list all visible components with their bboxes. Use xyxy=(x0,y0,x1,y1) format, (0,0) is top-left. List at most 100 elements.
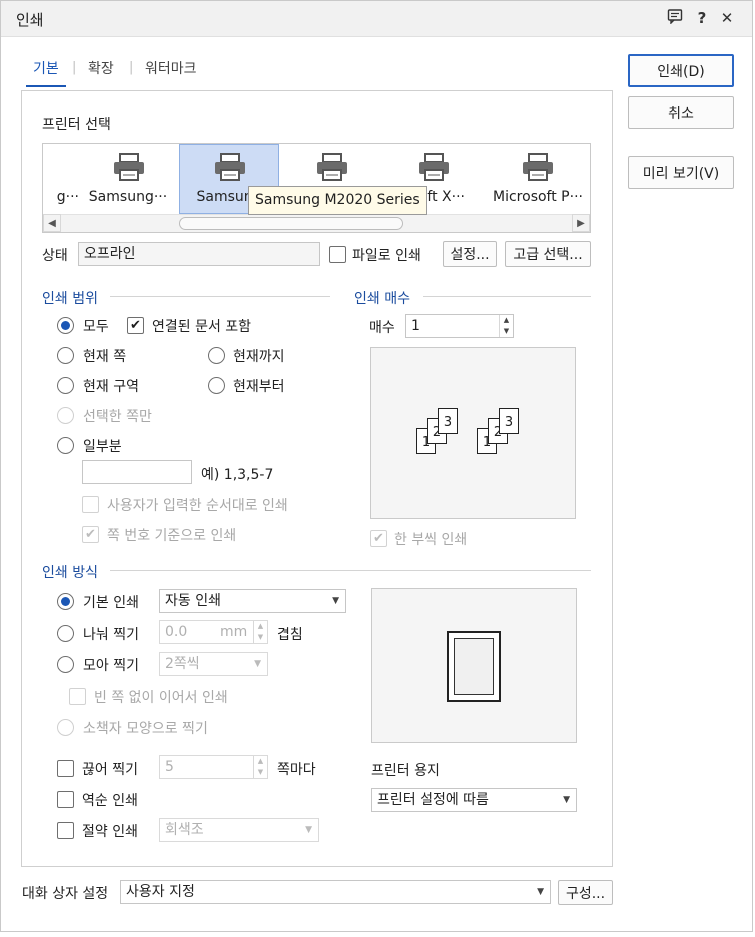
break-pages-input[interactable]: 5 ▲ ▼ xyxy=(159,755,268,779)
tab-separator: | xyxy=(129,60,134,75)
printer-icon xyxy=(215,153,245,181)
page-thumb: 3 xyxy=(438,408,458,434)
include-linked-checkbox[interactable]: ✔ xyxy=(127,317,144,334)
scroll-left-icon[interactable]: ◀ xyxy=(43,214,61,232)
printer-tooltip: Samsung M2020 Series xyxy=(248,186,427,215)
range-all-radio[interactable] xyxy=(57,317,74,334)
printer-item[interactable]: Microsoft P··· xyxy=(486,144,590,214)
break-print-checkbox[interactable] xyxy=(57,760,74,777)
tab-basic[interactable]: 기본 xyxy=(33,58,59,78)
include-linked-label: 연결된 문서 포함 xyxy=(152,319,252,335)
paper-value: 프린터 설정에 따름 xyxy=(377,792,489,808)
break-pages-value: 5 xyxy=(165,759,174,775)
divider xyxy=(423,296,591,297)
range-current-page-radio[interactable] xyxy=(57,347,74,364)
cancel-button[interactable]: 취소 xyxy=(628,96,734,129)
basic-print-value: 자동 인쇄 xyxy=(165,593,221,609)
chevron-down-icon: ▼ xyxy=(254,659,261,669)
copies-spinner[interactable]: ▲ ▼ xyxy=(499,315,513,337)
advanced-button[interactable]: 고급 선택... xyxy=(505,241,591,267)
range-section-label: 인쇄 범위 xyxy=(42,291,98,307)
collect-select[interactable]: 2쪽씩 ▼ xyxy=(159,652,268,676)
status-field: 오프라인 xyxy=(78,242,320,266)
title-bar xyxy=(0,0,752,37)
print-to-file-checkbox[interactable] xyxy=(329,246,346,263)
settings-button[interactable]: 설정... xyxy=(443,241,497,267)
paper-outline xyxy=(447,631,501,702)
printer-icon xyxy=(419,153,449,181)
collate-label: 한 부씩 인쇄 xyxy=(394,532,468,548)
range-from-current-radio[interactable] xyxy=(208,377,225,394)
partial-pages-input[interactable] xyxy=(82,460,192,484)
copies-preview: 1 2 3 1 2 3 xyxy=(370,347,576,519)
collect-print-radio[interactable] xyxy=(57,656,74,673)
active-tab-indicator xyxy=(26,85,66,87)
range-current-section-radio[interactable] xyxy=(57,377,74,394)
range-to-current-radio[interactable] xyxy=(208,347,225,364)
printer-item[interactable]: Samsung··· xyxy=(78,144,178,214)
tab-extended[interactable]: 확장 xyxy=(88,58,114,78)
user-order-checkbox[interactable] xyxy=(82,496,99,513)
paper-select[interactable]: 프린터 설정에 따름 ▼ xyxy=(371,788,577,812)
chevron-down-icon: ▼ xyxy=(563,795,570,805)
print-to-file-label: 파일로 인쇄 xyxy=(352,248,421,264)
divider xyxy=(110,570,591,571)
range-all-label: 모두 xyxy=(83,319,109,335)
saving-print-label: 절약 인쇄 xyxy=(82,824,138,840)
copies-count-input[interactable]: 1 ▲ ▼ xyxy=(405,314,514,338)
scroll-right-icon[interactable]: ▶ xyxy=(572,214,590,232)
saving-mode-select[interactable]: 회색조 ▼ xyxy=(159,818,319,842)
dialog-settings-label: 대화 상자 설정 xyxy=(22,886,109,902)
split-amount-input[interactable]: 0.0 mm ▲ ▼ xyxy=(159,620,268,644)
printer-name: g··· xyxy=(56,189,79,205)
copies-count-label: 매수 xyxy=(369,320,395,336)
basic-print-label: 기본 인쇄 xyxy=(83,595,139,611)
range-from-current-label: 현재부터 xyxy=(233,379,285,395)
no-blank-checkbox[interactable] xyxy=(69,688,86,705)
break-unit-label: 쪽마다 xyxy=(277,762,316,778)
close-icon[interactable]: ✕ xyxy=(717,8,737,28)
print-button[interactable]: 인쇄(D) xyxy=(628,54,734,87)
dialog-settings-value: 사용자 지정 xyxy=(126,884,195,900)
window-title: 인쇄 xyxy=(16,11,44,29)
basic-print-select[interactable]: 자동 인쇄 ▼ xyxy=(159,589,346,613)
no-blank-label: 빈 쪽 없이 이어서 인쇄 xyxy=(94,690,228,706)
user-order-label: 사용자가 입력한 순서대로 인쇄 xyxy=(107,498,288,514)
help-icon[interactable]: ? xyxy=(692,8,712,28)
reverse-print-label: 역순 인쇄 xyxy=(82,793,138,809)
printer-item[interactable]: g··· xyxy=(43,144,79,214)
page-number-checkbox[interactable]: ✔ xyxy=(82,526,99,543)
reverse-print-checkbox[interactable] xyxy=(57,791,74,808)
booklet-radio[interactable] xyxy=(57,719,74,736)
status-label: 상태 xyxy=(42,248,68,264)
range-selected-only-radio[interactable] xyxy=(57,407,74,424)
range-partial-label: 일부분 xyxy=(83,439,122,455)
range-selected-only-label: 선택한 쪽만 xyxy=(83,409,152,425)
chevron-down-icon: ▼ xyxy=(305,825,312,835)
break-print-label: 끊어 찍기 xyxy=(82,762,138,778)
collate-checkbox[interactable]: ✔ xyxy=(370,530,387,547)
printer-icon xyxy=(114,153,144,181)
partial-example-label: 예) 1,3,5-7 xyxy=(201,467,274,483)
paper-label: 프린터 용지 xyxy=(371,763,440,779)
booklet-label: 소책자 모양으로 찍기 xyxy=(83,721,208,737)
scrollbar-thumb[interactable] xyxy=(179,217,403,230)
split-print-radio[interactable] xyxy=(57,625,74,642)
printer-name: Samsung··· xyxy=(88,189,168,205)
paper-printable-area xyxy=(454,638,494,695)
split-spinner[interactable]: ▲ ▼ xyxy=(253,621,267,643)
method-section-label: 인쇄 방식 xyxy=(42,565,98,581)
copies-count-value: 1 xyxy=(411,318,420,334)
configure-button[interactable]: 구성... xyxy=(558,880,613,905)
break-spinner[interactable]: ▲ ▼ xyxy=(253,756,267,778)
comment-icon[interactable] xyxy=(665,8,685,28)
preview-button[interactable]: 미리 보기(V) xyxy=(628,156,734,189)
saving-print-checkbox[interactable] xyxy=(57,822,74,839)
tab-watermark[interactable]: 워터마크 xyxy=(145,58,197,78)
range-partial-radio[interactable] xyxy=(57,437,74,454)
range-to-current-label: 현재까지 xyxy=(233,349,285,365)
range-current-section-label: 현재 구역 xyxy=(83,379,139,395)
split-unit: mm xyxy=(220,624,248,640)
basic-print-radio[interactable] xyxy=(57,593,74,610)
dialog-settings-select[interactable]: 사용자 지정 ▼ xyxy=(120,880,551,904)
